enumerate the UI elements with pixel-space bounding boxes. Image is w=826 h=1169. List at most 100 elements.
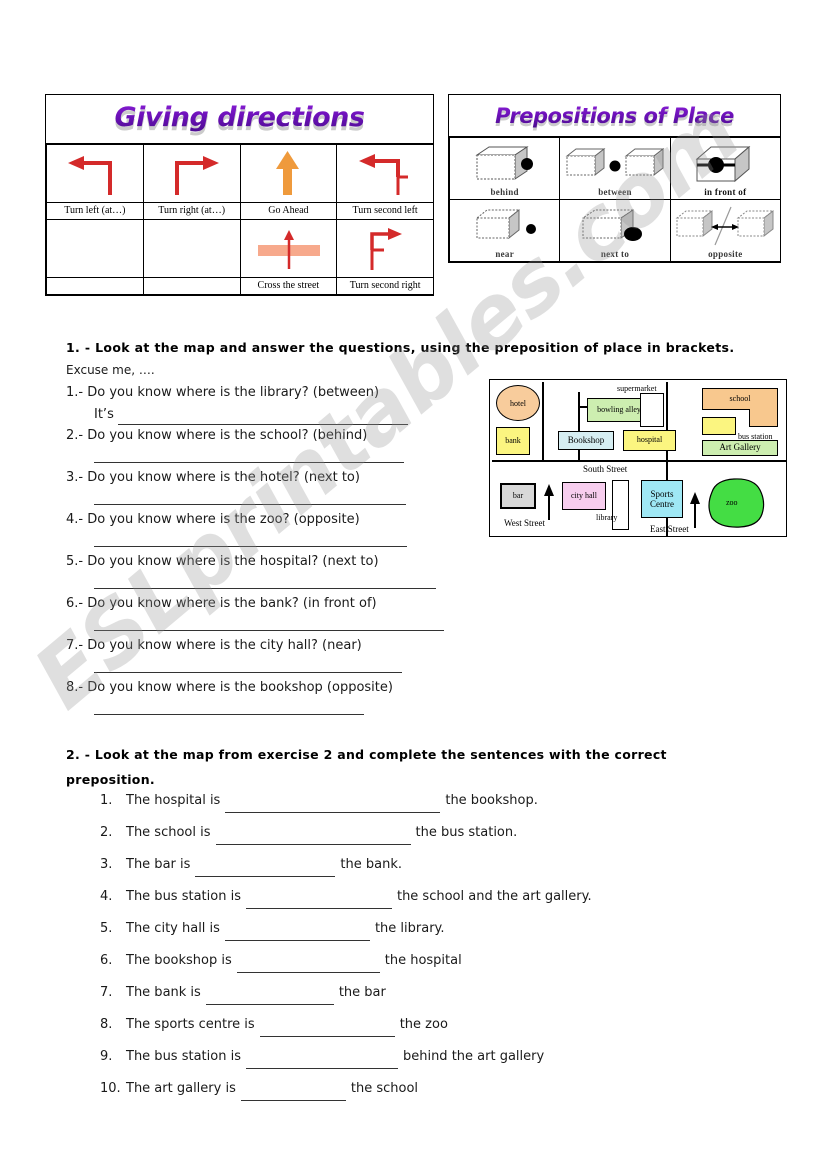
prepositions-grid: behind between in front of near next to … [448, 137, 782, 262]
sentence-item: 6. The bookshop is the hospital [100, 945, 740, 977]
question-text: Do you know where is the zoo? (opposite) [87, 512, 360, 527]
turn-left-icon-cell [46, 144, 144, 203]
map-building-bank: bank [496, 427, 530, 455]
preposition-in-front-of-label: in front of [704, 187, 747, 197]
preposition-next-to-label: next to [600, 249, 630, 259]
sentence-blank[interactable] [195, 863, 336, 877]
sentence-item: 7. The bank is the bar [100, 977, 740, 1009]
sentence-number: 4. [100, 889, 113, 904]
sentence-blank[interactable] [224, 927, 370, 941]
answer-blank[interactable] [117, 412, 408, 425]
turn-right-label: Turn right (at…) [142, 202, 241, 220]
map-label-sports-centre-line2: Centre [650, 499, 674, 509]
turn-right-arrow-icon [144, 149, 240, 199]
map-building-art-gallery: Art Gallery [702, 440, 778, 456]
cross-the-street-label: Cross the street [239, 277, 338, 295]
sentence-before: The bank is [126, 985, 201, 1000]
sentence-before: The hospital is [126, 793, 221, 808]
sentence-item: 9. The bus station is behind the art gal… [100, 1041, 740, 1073]
question-number: 4.- [66, 512, 84, 527]
map-label-zoo: zoo [726, 498, 738, 507]
preposition-between-cell: between [559, 137, 671, 200]
turn-second-left-label: Turn second left [336, 202, 434, 220]
sentence-blank[interactable] [205, 991, 334, 1005]
sentence-item: 1. The hospital is the bookshop. [100, 785, 740, 817]
empty-icon-cell-2 [142, 219, 241, 278]
answer-blank[interactable] [94, 489, 406, 505]
sentence-blank[interactable] [259, 1023, 395, 1037]
map-label-bowling-alley: bowling alley [597, 404, 641, 414]
sentence-number: 9. [100, 1049, 113, 1064]
map-building-sports-centre: Sports Centre [641, 480, 683, 518]
map-building-school: school [702, 388, 778, 410]
directions-row-icons-2 [46, 219, 434, 278]
empty-icon-cell-1 [46, 219, 144, 278]
question-item: 4.- Do you know where is the zoo? (oppos… [66, 509, 486, 547]
sentence-before: The bus station is [126, 1049, 241, 1064]
map-building-hotel: hotel [496, 385, 540, 421]
map-label-school: school [729, 393, 751, 403]
question-number: 8.- [66, 680, 84, 695]
sentence-blank[interactable] [236, 959, 380, 973]
question-text: Do you know where is the library? (betwe… [87, 385, 380, 400]
directions-row-icons-1 [46, 144, 434, 203]
prepositions-row-2: near next to opposite [448, 199, 782, 262]
sentence-item: 3. The bar is the bank. [100, 849, 740, 881]
turn-right-icon-cell [142, 144, 241, 203]
sentence-blank[interactable] [245, 1055, 398, 1069]
turn-second-left-arrow-icon [337, 149, 433, 199]
cube-in-front-of-diagram-icon [671, 142, 780, 186]
cube-near-diagram-icon [450, 204, 559, 248]
sentence-item: 2. The school is the bus station. [100, 817, 740, 849]
sentence-after: the bus station. [415, 825, 518, 840]
sentence-before: The school is [126, 825, 211, 840]
preposition-near-label: near [495, 249, 515, 259]
directions-row-labels-1: Turn left (at…) Turn right (at…) Go Ahea… [46, 202, 434, 220]
map-label-sports-centre-line1: Sports [650, 488, 674, 499]
sentence-number: 8. [100, 1017, 113, 1032]
sentence-before: The bar is [126, 857, 191, 872]
question-item: 3.- Do you know where is the hotel? (nex… [66, 467, 486, 505]
question-item: 2.- Do you know where is the school? (be… [66, 425, 486, 463]
exercise-1-question-list: 1.- Do you know where is the library? (b… [66, 382, 486, 719]
sentence-item: 8. The sports centre is the zoo [100, 1009, 740, 1041]
map-building-school-wing [749, 409, 778, 427]
answer-blank[interactable] [94, 531, 407, 547]
preposition-behind-cell: behind [448, 137, 561, 200]
map-label-bank: bank [505, 435, 521, 445]
map-building-bookshop: Bookshop [558, 431, 614, 450]
sentence-after: the bank. [340, 857, 402, 872]
exercise-1-heading: 1. - Look at the map and answer the ques… [66, 340, 735, 355]
answer-blank[interactable] [94, 615, 444, 631]
answer-blank[interactable] [94, 573, 436, 589]
question-number: 7.- [66, 638, 84, 653]
sentence-before: The bookshop is [126, 953, 232, 968]
giving-directions-table: Giving directions Giving directions [45, 94, 434, 296]
question-item: 6.- Do you know where is the bank? (in f… [66, 593, 486, 631]
sentence-after: the school and the art gallery. [396, 889, 592, 904]
sentence-blank[interactable] [225, 799, 441, 813]
question-number: 5.- [66, 554, 84, 569]
question-number: 1.- [66, 385, 84, 400]
map-building-hospital: hospital [623, 430, 676, 451]
cross-the-street-arrow-icon [241, 227, 337, 271]
preposition-behind-label: behind [490, 187, 519, 197]
preposition-next-to-cell: next to [559, 199, 671, 262]
answer-blank[interactable] [94, 657, 402, 673]
answer-blank[interactable] [94, 447, 404, 463]
directions-grid: Turn left (at…) Turn right (at…) Go Ahea… [46, 144, 434, 295]
sentence-blank[interactable] [240, 1087, 346, 1101]
question-number: 2.- [66, 428, 84, 443]
sentence-number: 7. [100, 985, 113, 1000]
road-south-street-line [492, 460, 786, 462]
sentence-blank[interactable] [215, 831, 411, 845]
sentence-number: 10. [100, 1081, 121, 1096]
question-item: 8.- Do you know where is the bookshop (o… [66, 677, 486, 715]
map-label-bookshop: Bookshop [567, 434, 605, 445]
question-item: 5.- Do you know where is the hospital? (… [66, 551, 486, 589]
answer-prefix: It’s [94, 407, 114, 422]
answer-blank[interactable] [94, 699, 364, 715]
cube-next-to-diagram-icon [560, 204, 669, 248]
sentence-blank[interactable] [245, 895, 392, 909]
sentence-before: The art gallery is [126, 1081, 236, 1096]
